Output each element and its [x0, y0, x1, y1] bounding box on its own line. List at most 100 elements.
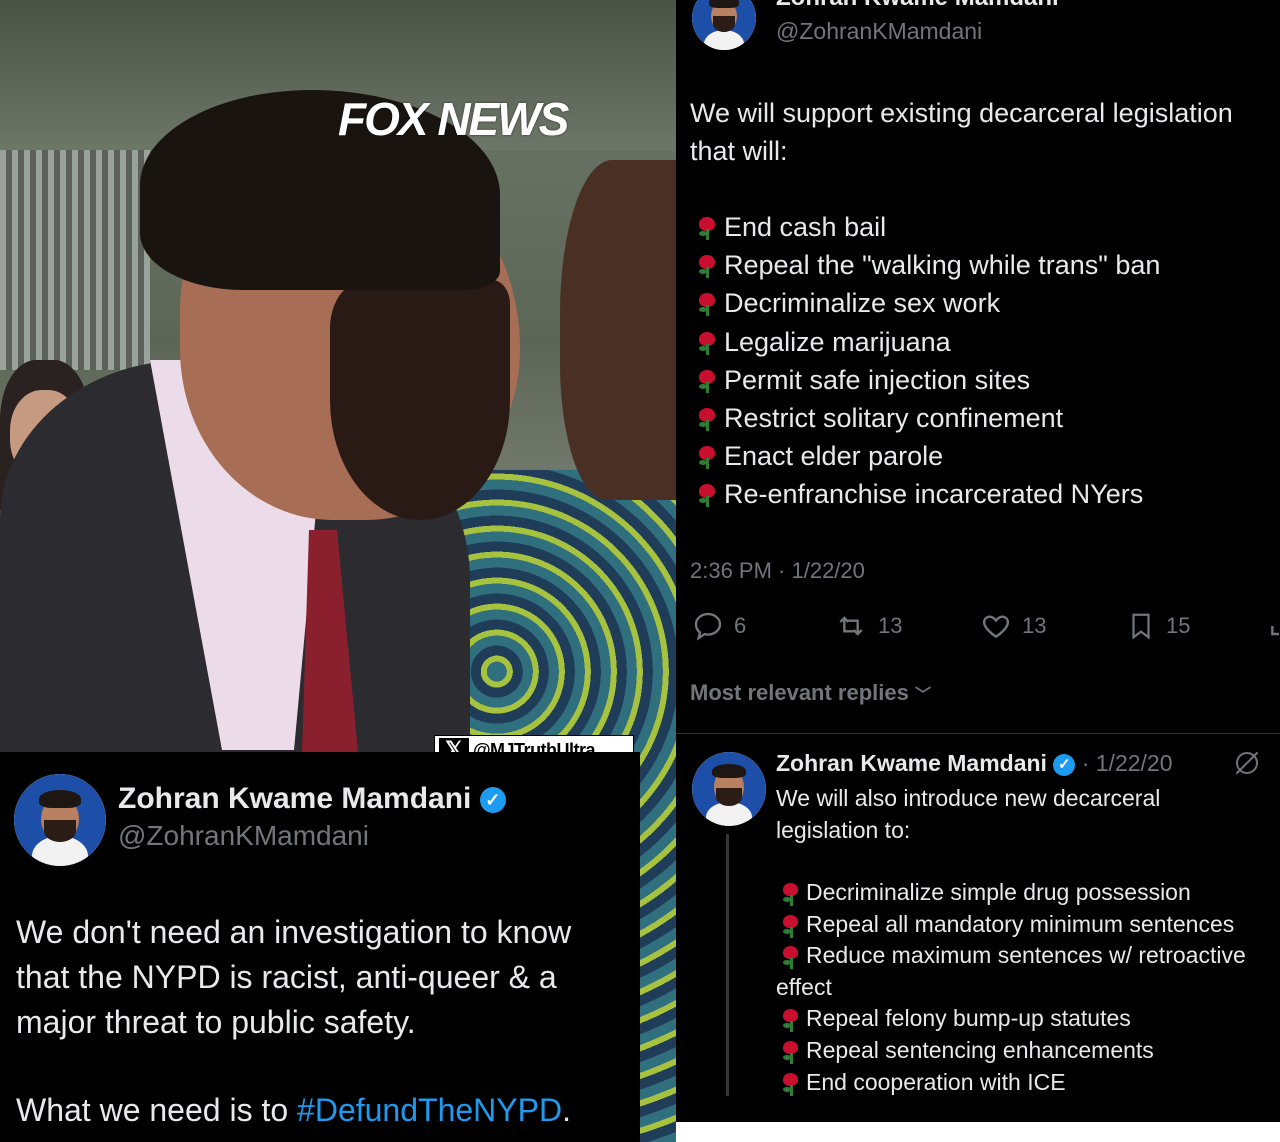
share-icon	[1271, 626, 1279, 636]
list-item-continued: effect	[776, 973, 832, 1000]
list-item-text: Restrict solitary confinement	[724, 403, 1064, 434]
repost-count: 13	[878, 613, 903, 638]
list-item: Repeal all mandatory minimum sentences	[780, 909, 1246, 941]
list-item-text: Decriminalize sex work	[724, 288, 1001, 319]
rose-icon	[780, 945, 800, 970]
display-name-text[interactable]: Zohran Kwame Mamdani	[118, 782, 471, 815]
grok-icon[interactable]	[1235, 751, 1259, 775]
like-count: 13	[1022, 613, 1047, 638]
list-item-text: Legalize marijuana	[724, 326, 951, 357]
list-item-text: End cooperation with ICE	[806, 1068, 1066, 1095]
avatar[interactable]	[692, 752, 766, 826]
verified-badge-icon: ✓	[1053, 753, 1076, 776]
hashtag-link[interactable]: #DefundTheNYPD	[297, 1092, 562, 1128]
list-item: End cash bail	[696, 208, 1160, 246]
avatar[interactable]	[692, 0, 756, 50]
like-button[interactable]: 13	[980, 610, 1046, 642]
rose-icon	[696, 216, 718, 240]
reply-button[interactable]: 6	[692, 610, 746, 642]
handle[interactable]: @ZohranKMamdani	[776, 18, 982, 45]
list-item-text: Permit safe injection sites	[724, 364, 1031, 395]
reply-text-line: legislation to:	[776, 817, 911, 843]
reply-count: 6	[734, 613, 747, 638]
list-item: Repeal the "walking while trans" ban	[696, 246, 1160, 284]
rose-icon	[696, 292, 718, 317]
tweet-text-line: What we need is to #DefundTheNYPD.	[16, 1088, 571, 1133]
reply-date[interactable]: · 1/22/20	[1082, 750, 1173, 776]
list-item: Decriminalize simple drug possession	[780, 877, 1246, 909]
display-name[interactable]: Zohran Kwame Mamdani ✓	[118, 782, 506, 816]
tweet-card-left[interactable]: Zohran Kwame Mamdani ✓ @ZohranKMamdani W…	[0, 752, 640, 1142]
tweet-thread-panel: Zohran Kwame Mamdani @ZohranKMamdani We …	[676, 0, 1280, 1142]
reply-text: We will also introduce new decarceral le…	[776, 782, 1160, 846]
handle[interactable]: @ZohranKMamdani	[118, 820, 369, 852]
rose-icon	[780, 1040, 800, 1064]
reply-text-line: We will also introduce new decarceral	[776, 785, 1161, 811]
display-name-cut[interactable]: Zohran Kwame Mamdani	[776, 0, 1059, 12]
chevron-down-icon: ﹀	[915, 687, 932, 704]
share-button[interactable]	[1268, 610, 1280, 642]
tweet-text-prefix: What we need is to	[16, 1092, 298, 1128]
list-item-text: Reduce maximum sentences w/ retroactive	[806, 942, 1246, 969]
rose-icon	[780, 882, 800, 906]
fox-news-logo: FOX NEWS	[338, 93, 569, 145]
rose-icon	[780, 914, 800, 938]
list-item: Repeal felony bump-up statutes	[780, 1003, 1246, 1035]
list-item-text: Repeal all mandatory minimum sentences	[806, 910, 1235, 937]
list-item: Reduce maximum sentences w/ retroactive	[780, 940, 1246, 972]
repost-button[interactable]: 13	[834, 610, 902, 642]
list-item: Enact elder parole	[696, 437, 1160, 475]
list-item-text: Enact elder parole	[724, 441, 944, 472]
rose-icon	[696, 483, 718, 508]
list-item: End cooperation with ICE	[780, 1067, 1246, 1099]
rose-icon	[696, 331, 718, 355]
replies-sort-dropdown[interactable]: Most relevant replies ﹀	[690, 680, 931, 706]
list-item: Decriminalize sex work	[696, 284, 1160, 322]
list-item-text: Repeal sentencing enhancements	[806, 1036, 1154, 1063]
verified-badge-icon: ✓	[479, 787, 506, 814]
rose-icon	[696, 369, 718, 393]
rose-icon	[780, 1008, 800, 1033]
man-beard	[330, 280, 510, 520]
list-item: Restrict solitary confinement	[696, 399, 1160, 437]
tweet-text: We will support existing decarceral legi…	[690, 94, 1233, 170]
list-item: Legalize marijuana	[696, 323, 1160, 361]
rose-icon	[696, 445, 718, 470]
tweet-text-suffix: .	[562, 1092, 571, 1128]
tweet-text-line: that the NYPD is racist, anti-queer & a	[16, 959, 557, 995]
tweet-timestamp[interactable]: 2:36 PM · 1/22/20	[690, 558, 865, 584]
thread-line	[726, 834, 729, 1096]
rose-icon	[696, 254, 718, 279]
heart-icon	[982, 615, 1010, 639]
divider	[676, 733, 1280, 734]
person-right-head	[560, 160, 676, 500]
rose-icon	[780, 1072, 800, 1096]
avatar[interactable]	[14, 774, 106, 866]
bookmark-count: 15	[1166, 613, 1191, 638]
list-item-text: Repeal the "walking while trans" ban	[724, 250, 1161, 281]
reply-icon	[694, 612, 722, 641]
list-item-text: Decriminalize simple drug possession	[806, 879, 1191, 905]
bottom-bar	[676, 1122, 1280, 1142]
reply-header: Zohran Kwame Mamdani ✓ · 1/22/20	[776, 750, 1173, 777]
rose-icon	[696, 407, 718, 432]
tweet-text-line: that will:	[690, 136, 788, 166]
tweet-text: We don't need an investigation to know t…	[16, 910, 571, 1133]
tweet-text-line: We don't need an investigation to know	[16, 914, 572, 950]
repost-icon	[839, 616, 863, 636]
list-item-text: Repeal felony bump-up statutes	[806, 1005, 1131, 1032]
list-item-text: End cash bail	[724, 212, 887, 242]
replies-sort-label: Most relevant replies	[690, 680, 909, 705]
reply-bullet-list: Decriminalize simple drug possession Repe…	[776, 877, 1246, 1099]
tweet-text-line: We will support existing decarceral legi…	[690, 98, 1233, 128]
list-item: Re-enfranchise incarcerated NYers	[696, 475, 1160, 513]
list-item-text: Re-enfranchise incarcerated NYers	[724, 479, 1144, 510]
bullet-list: End cash bail Repeal the "walking while t…	[696, 208, 1160, 514]
tweet-text-line: major threat to public safety.	[16, 1004, 416, 1040]
bookmark-button[interactable]: 15	[1126, 610, 1190, 642]
list-item: Permit safe injection sites	[696, 361, 1160, 399]
background-railing	[0, 150, 150, 370]
list-item: Repeal sentencing enhancements	[780, 1035, 1246, 1067]
display-name[interactable]: Zohran Kwame Mamdani	[776, 750, 1047, 776]
bookmark-icon	[1132, 613, 1150, 640]
